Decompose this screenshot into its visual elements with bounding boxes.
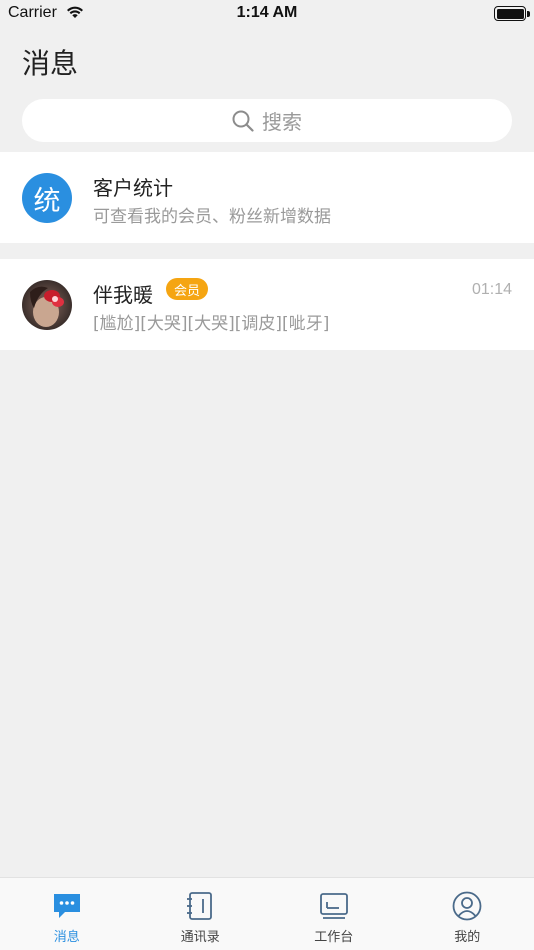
tab-contacts[interactable]: 通讯录 — [134, 878, 268, 950]
user-profile-icon — [452, 891, 482, 921]
tab-me[interactable]: 我的 — [401, 878, 534, 950]
desk-board-icon — [319, 893, 348, 919]
search-icon — [232, 110, 254, 132]
chat-bubble-icon — [53, 894, 80, 918]
status-time: 1:14 AM — [236, 4, 298, 21]
conversation-title: 伴我暖 — [93, 283, 153, 307]
conversation-item-customer-stats[interactable]: 统 — [0, 152, 534, 243]
contacts-book-icon — [187, 892, 213, 920]
tab-messages[interactable]: 消息 — [0, 878, 134, 950]
member-badge: 会员 — [166, 278, 209, 300]
tab-bar: 消息 通讯录 工作台 我的 — [0, 877, 534, 950]
battery-icon — [494, 6, 530, 21]
tab-label: 工作台 — [314, 930, 354, 945]
conversation-preview: [尴尬][大哭][大哭][调皮][呲牙] — [93, 314, 330, 334]
search-placeholder: 搜索 — [262, 110, 302, 134]
status-bar: Carrier 1:14 AM — [0, 0, 534, 28]
tab-label: 我的 — [454, 930, 481, 945]
conversation-time: 01:14 — [471, 281, 512, 298]
conversation-subtitle: 可查看我的会员、粉丝新增数据 — [93, 207, 331, 227]
tab-label: 消息 — [53, 930, 80, 945]
tab-label: 通讯录 — [180, 930, 220, 945]
tab-workbench[interactable]: 工作台 — [267, 878, 401, 950]
search-input[interactable]: 搜索 — [22, 99, 512, 142]
avatar — [22, 280, 72, 330]
stats-avatar: 统 — [22, 173, 72, 223]
conversation-title: 客户统计 — [93, 176, 173, 200]
conversation-item-chat[interactable] — [0, 259, 534, 350]
page-title: 消息 — [22, 47, 79, 80]
